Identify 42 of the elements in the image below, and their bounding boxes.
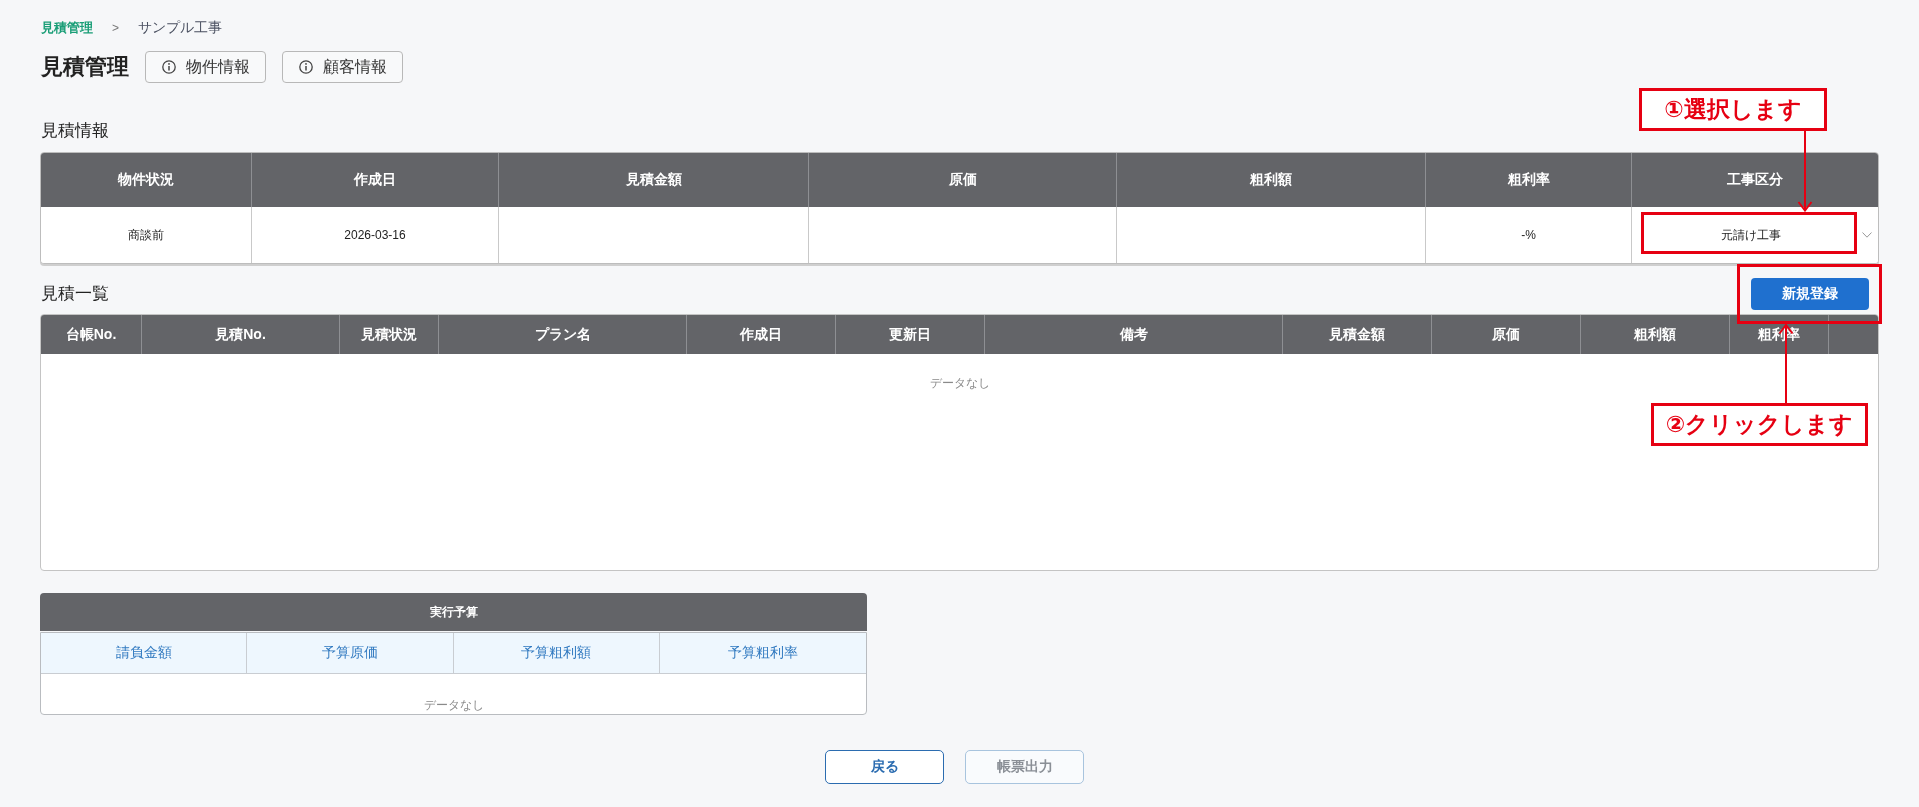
section-title: 見積情報 — [40, 120, 109, 142]
info-icon — [162, 60, 176, 74]
column-header: 原価 — [948, 171, 977, 189]
column-header: 粗利額 — [1634, 325, 1676, 344]
column-header: 予算粗利額 — [453, 633, 660, 673]
info-icon — [299, 60, 313, 74]
table-cell: 商談前 — [41, 207, 252, 263]
column-header: 工事区分 — [1727, 171, 1783, 189]
column-header: 原価 — [1492, 325, 1520, 344]
column-header: 予算原価 — [247, 633, 454, 673]
budget-title-bar: 実行予算 — [40, 593, 867, 631]
column-header: 物件状況 — [118, 171, 174, 189]
callout-label: ②クリックします — [1651, 403, 1868, 446]
column-header: 台帳No. — [65, 325, 117, 344]
empty-message: データなし — [929, 375, 990, 391]
breadcrumb-link[interactable]: 見積管理 — [41, 19, 93, 37]
chevron-down-icon — [1862, 232, 1872, 238]
column-header: 更新日 — [889, 325, 931, 344]
column-header: 見積状況 — [361, 325, 417, 344]
table-cell: 2026-03-16 — [252, 207, 499, 263]
breadcrumb-separator: > — [112, 21, 119, 35]
callout-label: ①選択します — [1639, 88, 1827, 131]
info-button[interactable]: 物件情報 — [145, 51, 266, 83]
empty-message: データなし — [423, 697, 484, 713]
new-entry-button[interactable]: 新規登録 — [1751, 278, 1869, 310]
column-header: 見積金額 — [625, 171, 682, 189]
column-header: 見積金額 — [1329, 325, 1385, 344]
info-button[interactable]: 顧客情報 — [282, 51, 403, 83]
column-header: 粗利率 — [1507, 171, 1550, 189]
action-button[interactable]: 戻る — [825, 750, 944, 784]
column-header: 備考 — [1119, 325, 1148, 344]
page-title: 見積管理 — [41, 53, 129, 81]
column-header: 粗利額 — [1250, 171, 1292, 189]
breadcrumb-current: サンプル工事 — [138, 19, 222, 37]
table-cell: -% — [1426, 207, 1632, 263]
column-header: 予算粗利率 — [659, 633, 866, 673]
column-header: 作成日 — [354, 171, 396, 189]
column-header: プラン名 — [534, 325, 591, 344]
column-header: 請負金額 — [41, 633, 248, 673]
section-title: 見積一覧 — [40, 283, 109, 305]
column-header: 見積No. — [215, 325, 266, 344]
column-header: 作成日 — [740, 325, 782, 344]
